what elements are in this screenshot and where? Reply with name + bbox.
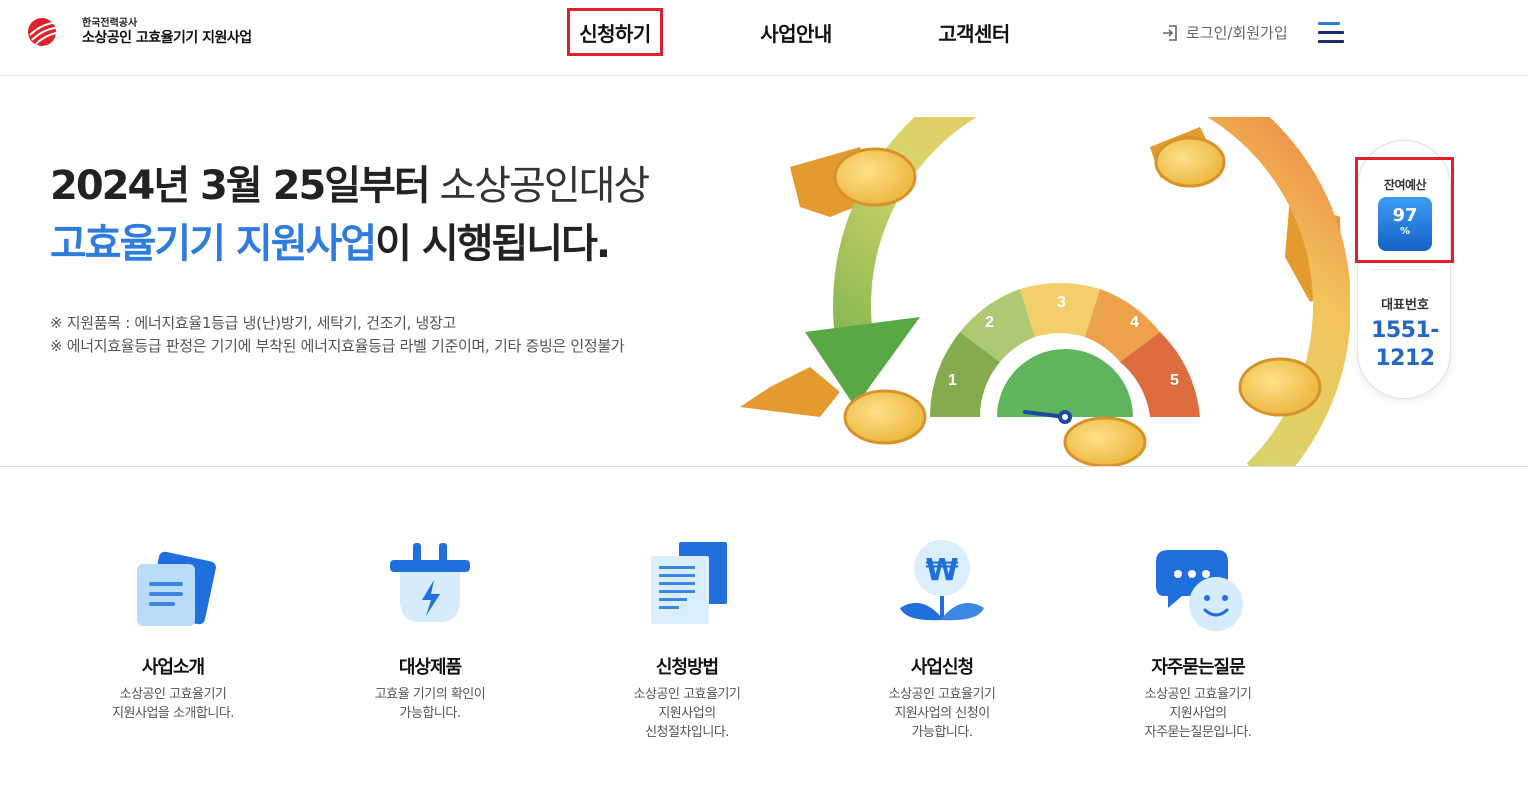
nav-apply[interactable]: 신청하기 [567,8,663,56]
phone-number[interactable]: 1551- 1212 [1357,317,1453,373]
remaining-budget-label: 잔여예산 [1383,178,1427,192]
nav-customer-center[interactable]: 고객센터 [926,8,1022,56]
coin-icon [1238,357,1322,417]
menu-line-icon [1318,22,1340,25]
hero-headline: 2024년 3월 25일부터 소상공인대상 고효율기기 지원사업이 시행됩니다. [50,157,650,273]
gauge-label-3: 3 [1057,294,1066,311]
remaining-budget-unit: % [1399,226,1411,237]
login-link[interactable]: 로그인/회원가입 [1160,22,1288,43]
service-shortcuts: 사업소개 소상공인 고효율기기 지원사업을 소개합니다. 대상제품 고효율 기기… [0,468,1528,787]
hero-note-items: ※ 지원품목 : 에너지효율1등급 냉(난)방기, 세탁기, 건조기, 냉장고 [50,314,457,332]
login-icon [1163,24,1177,41]
service-business-application[interactable]: ₩ 사업신청 소상공인 고효율기기 지원사업의 신청이 가능합니다. [842,538,1042,742]
coin-icon [1154,136,1226,188]
document-cards-icon [137,551,216,626]
gauge-label-1: 1 [948,372,957,389]
service-title: 신청방법 [655,657,719,678]
remaining-budget-value: 97 [1392,205,1418,226]
stacked-documents-icon [651,542,727,624]
service-title: 자주묻는질문 [1151,657,1245,678]
widget-divider [1370,269,1438,270]
gauge-label-4: 4 [1130,314,1139,331]
phone-number-part2: 1212 [1375,346,1435,371]
phone-label: 대표번호 [1381,298,1429,313]
service-description: 소상공인 고효율기기 지원사업의 자주묻는질문입니다. [1144,687,1252,740]
service-target-products[interactable]: 대상제품 고효율 기기의 확인이 가능합니다. [330,538,530,723]
service-description: 소상공인 고효율기기 지원사업의 신청이 가능합니다. [888,687,996,740]
login-label: 로그인/회원가입 [1186,24,1288,42]
kepco-logo-icon [28,18,74,46]
service-title: 사업소개 [141,657,205,678]
chat-smile-icon [1156,550,1243,631]
service-title: 사업신청 [910,657,974,678]
power-plug-icon [390,543,470,622]
hero-notes: ※ 지원품목 : 에너지효율1등급 냉(난)방기, 세탁기, 건조기, 냉장고 … [50,312,625,358]
coin-icon [843,389,927,445]
hero-program-name: 고효율기기 지원사업 [50,221,377,267]
hamburger-menu-button[interactable] [1318,22,1348,44]
money-bill-icon [740,367,840,417]
service-description: 소상공인 고효율기기 지원사업을 소개합니다. [112,687,234,721]
won-sprout-icon: ₩ [900,540,984,621]
service-application-method[interactable]: 신청방법 소상공인 고효율기기 지원사업의 신청절차입니다. [587,538,787,742]
svg-text:₩: ₩ [925,553,958,588]
hero-note-label-rule: ※ 에너지효율등급 판정은 기기에 부착된 에너지효율등급 라벨 기준이며, 기… [50,337,625,355]
hero-date: 2024년 3월 25일부터 [50,163,431,209]
nav-business-guide[interactable]: 사업안내 [748,8,844,56]
service-description: 고효율 기기의 확인이 가능합니다. [374,687,486,721]
menu-line-icon [1318,40,1344,43]
gauge-label-2: 2 [985,314,994,331]
remaining-budget-badge[interactable]: 97 % [1378,197,1432,251]
service-title: 대상제품 [398,657,462,678]
logo-subtitle: 한국전력공사 [82,17,138,29]
kepco-logo[interactable]: 한국전력공사 소상공인 고효율기기 지원사업 [26,17,252,47]
site-header: 한국전력공사 소상공인 고효율기기 지원사업 신청하기 사업안내 고객센터 로그… [0,0,1528,76]
efficiency-gauge: 1 2 3 4 5 [929,282,1200,424]
menu-line-icon [1318,31,1344,34]
hero-banner: 2024년 3월 25일부터 소상공인대상 고효율기기 지원사업이 시행됩니다.… [0,77,1528,467]
service-description: 소상공인 고효율기기 지원사업의 신청절차입니다. [633,687,741,740]
service-business-intro[interactable]: 사업소개 소상공인 고효율기기 지원사업을 소개합니다. [73,538,273,723]
efficiency-gauge-illustration: 1 2 3 4 5 [740,117,1350,466]
phone-number-part1: 1551- [1371,318,1439,343]
service-faq[interactable]: 자주묻는질문 소상공인 고효율기기 지원사업의 자주묻는질문입니다. [1098,538,1298,742]
gauge-label-5: 5 [1170,372,1179,389]
hero-headline-end: 이 시행됩니다. [375,221,611,267]
hero-target: 소상공인대상 [428,163,650,209]
logo-title: 소상공인 고효율기기 지원사업 [82,29,252,46]
coin-icon [1063,416,1147,466]
coin-icon [833,147,917,207]
